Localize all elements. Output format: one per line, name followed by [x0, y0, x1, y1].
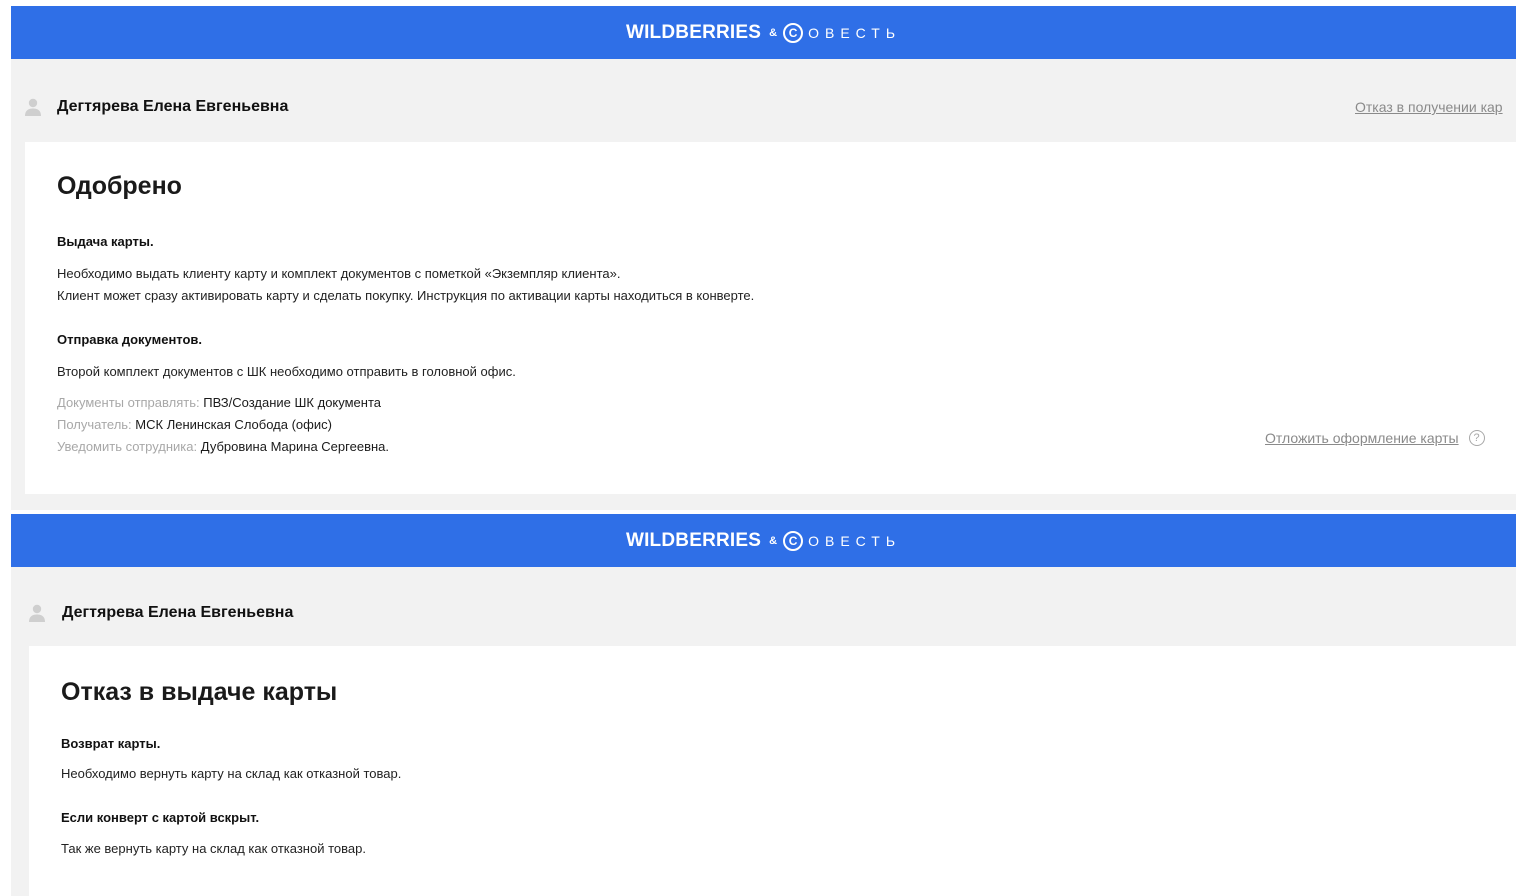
user-row: Дегтярева Елена Евгеньевна — [11, 598, 1516, 628]
approved-screen: WILDBERRIES & С ОВЕСТЬ Дегтярева Елена Е… — [11, 6, 1516, 510]
brand-wildberries: WILDBERRIES — [625, 21, 762, 43]
page-title: Отказ в выдаче карты — [61, 678, 338, 706]
issue-text-2: Клиент может сразу активировать карту и … — [57, 288, 755, 303]
status-card: Отказ в выдаче карты Возврат карты. Необ… — [29, 646, 1516, 896]
refuse-card-link[interactable]: Отказ в получении кар — [1355, 99, 1503, 115]
brand-header: WILDBERRIES & С ОВЕСТЬ — [11, 6, 1516, 59]
brand-ampersand: & — [769, 26, 778, 39]
user-name: Дегтярева Елена Евгеньевна — [57, 98, 289, 115]
issue-text-1: Необходимо выдать клиенту карту и компле… — [57, 266, 621, 281]
notify-label: Уведомить сотрудника: — [57, 439, 198, 454]
section-title-return: Возврат карты. — [61, 736, 161, 751]
brand-sovest: ОВЕСТЬ — [808, 532, 902, 549]
brand-ampersand: & — [769, 534, 778, 547]
recipient-row: Получатель: МСК Ленинская Слобода (офис) — [57, 417, 332, 432]
sovest-logo-icon: С — [783, 530, 804, 551]
help-icon[interactable]: ? — [1468, 430, 1485, 446]
refusal-screen: WILDBERRIES & С ОВЕСТЬ Дегтярева Елена Е… — [11, 514, 1516, 896]
recipient-label: Получатель: — [57, 417, 132, 432]
sovest-logo-icon: С — [783, 22, 804, 43]
send-text-1: Второй комплект документов с ШК необходи… — [57, 364, 516, 379]
docs-send-label: Документы отправлять: — [57, 395, 200, 410]
notify-value: Дубровина Марина Сергеевна. — [200, 439, 389, 454]
section-title-opened: Если конверт с картой вскрыт. — [61, 810, 260, 825]
page-title: Одобрено — [57, 172, 182, 200]
brand-wildberries: WILDBERRIES — [625, 529, 762, 551]
brand-sovest: ОВЕСТЬ — [808, 24, 902, 41]
section-title-send: Отправка документов. — [57, 332, 203, 347]
user-icon — [25, 98, 41, 116]
user-icon — [29, 604, 45, 622]
user-name: Дегтярева Елена Евгеньевна — [62, 604, 294, 621]
postpone-card-link[interactable]: Отложить оформление карты — [1265, 430, 1459, 446]
notify-row: Уведомить сотрудника: Дубровина Марина С… — [57, 439, 389, 454]
docs-send-value: ПВЗ/Создание ШК документа — [203, 395, 381, 410]
postpone-row: Отложить оформление карты ? — [1265, 430, 1485, 446]
user-row: Дегтярева Елена Евгеньевна Отказ в получ… — [11, 92, 1516, 122]
opened-text: Так же вернуть карту на склад как отказн… — [61, 841, 366, 856]
section-title-issue: Выдача карты. — [57, 234, 154, 249]
status-card: Одобрено Выдача карты. Необходимо выдать… — [25, 142, 1516, 494]
return-text: Необходимо вернуть карту на склад как от… — [61, 766, 402, 781]
docs-send-row: Документы отправлять: ПВЗ/Создание ШК до… — [57, 395, 381, 410]
recipient-value: МСК Ленинская Слобода (офис) — [135, 417, 332, 432]
brand-header: WILDBERRIES & С ОВЕСТЬ — [11, 514, 1516, 567]
